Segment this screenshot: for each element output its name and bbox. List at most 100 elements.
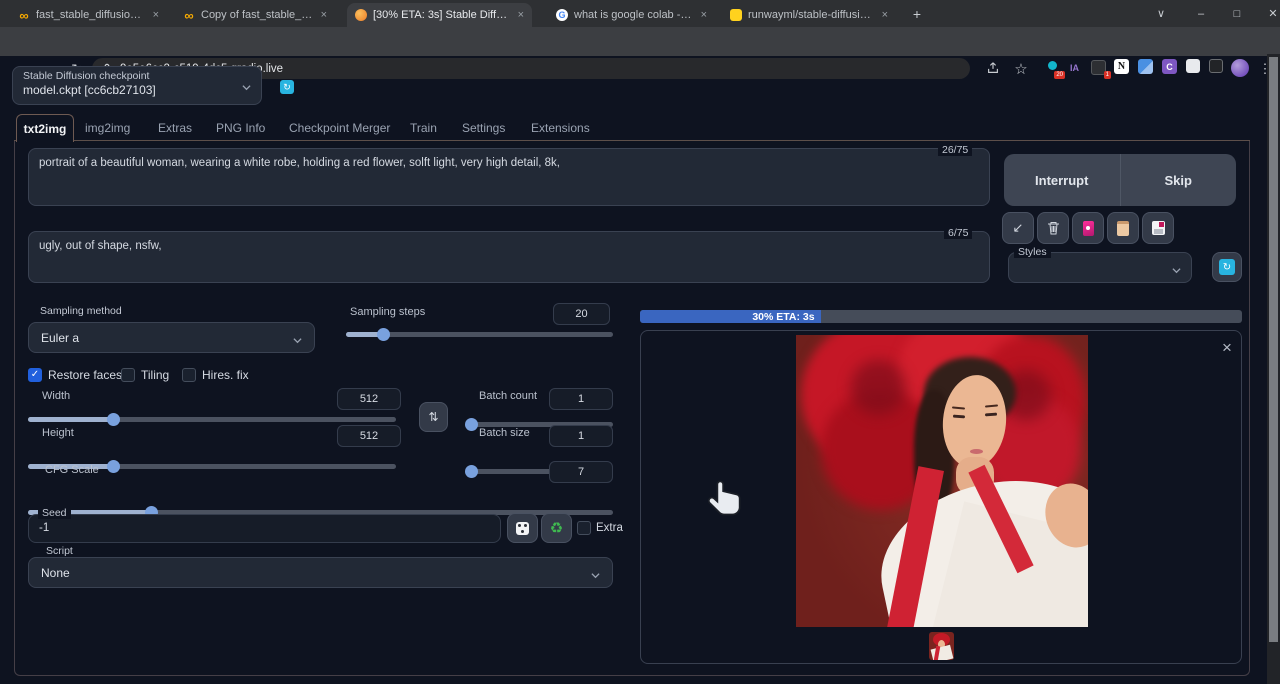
progress-bar: 30% ETA: 3s	[640, 310, 1242, 323]
hires-fix-option[interactable]: ✓ Hires. fix	[182, 368, 249, 382]
tab-extras[interactable]: Extras	[158, 121, 192, 135]
seed-extra-checkbox[interactable]: ✓	[577, 521, 591, 535]
slider-thumb[interactable]	[107, 413, 120, 426]
extension-notion-icon[interactable]: N	[1114, 59, 1129, 74]
extension-colorzilla-icon[interactable]: C	[1162, 59, 1177, 74]
browser-toolbar: ← → ↻ 9e5e6cc2-c519-4dc5.gradio.live ☆ 2…	[0, 27, 1280, 56]
swap-dimensions-button[interactable]: ⇅	[419, 402, 448, 432]
height-input[interactable]: 512	[337, 425, 401, 447]
extension-darkreader-icon[interactable]	[1209, 59, 1223, 73]
random-seed-button[interactable]	[507, 513, 538, 543]
extra-networks-button[interactable]	[1072, 212, 1104, 244]
badge: 20	[1054, 71, 1065, 79]
hires-fix-checkbox[interactable]: ✓	[182, 368, 196, 382]
profile-avatar[interactable]	[1231, 59, 1249, 77]
minimize-button[interactable]: –	[1186, 0, 1216, 27]
restore-faces-checkbox[interactable]: ✓	[28, 368, 42, 382]
skip-button[interactable]: Skip	[1121, 154, 1237, 206]
extension-ia-icon[interactable]: IA	[1066, 59, 1083, 76]
width-slider[interactable]	[28, 417, 396, 422]
tab-title: what is google colab - Googl	[574, 9, 693, 21]
gallery-thumbnail[interactable]	[929, 632, 954, 660]
seed-extra-label: Extra	[596, 522, 623, 534]
extension-camera-icon[interactable]: 1	[1090, 59, 1107, 76]
share-icon[interactable]	[982, 57, 1004, 79]
extensions-puzzle-icon[interactable]	[1186, 59, 1200, 73]
script-label: Script	[42, 545, 77, 557]
close-tab-icon[interactable]: ×	[516, 9, 526, 21]
slider-fill	[28, 417, 113, 422]
close-tab-icon[interactable]: ×	[880, 9, 890, 21]
tiling-label: Tiling	[141, 368, 169, 382]
interrupt-button[interactable]: Interrupt	[1004, 154, 1121, 206]
close-output-icon[interactable]: ×	[1222, 338, 1232, 358]
close-tab-icon[interactable]: ×	[699, 9, 709, 21]
close-tab-icon[interactable]: ×	[151, 9, 161, 21]
progress-text: 30% ETA: 3s	[752, 311, 814, 323]
checkpoint-refresh-button[interactable]: ↻	[280, 80, 294, 94]
prompt-textarea[interactable]: portrait of a beautiful woman, wearing a…	[28, 148, 990, 206]
seed-input[interactable]: -1	[28, 514, 501, 543]
floppy-icon	[1152, 221, 1165, 235]
chevron-down-icon	[1172, 266, 1181, 275]
restore-faces-option[interactable]: ✓ Restore faces	[28, 368, 122, 382]
browser-tab-active[interactable]: [30% ETA: 3s] Stable Diffusion ×	[347, 3, 532, 27]
extension-pin-icon[interactable]: 20	[1044, 59, 1061, 76]
huggingface-icon	[730, 9, 742, 21]
tab-settings[interactable]: Settings	[462, 121, 505, 135]
tiling-option[interactable]: ✓ Tiling	[121, 368, 169, 382]
colab-icon: ∞	[183, 9, 195, 21]
tab-img2img[interactable]: img2img	[85, 121, 130, 135]
cfg-scale-input[interactable]: 7	[549, 461, 613, 483]
tab-checkpoint-merger[interactable]: Checkpoint Merger	[289, 121, 390, 135]
browser-tab-1[interactable]: ∞ fast_stable_diffusion_AUTOMA ×	[10, 3, 167, 27]
browser-tab-5[interactable]: runwayml/stable-diffusion-v1 ×	[722, 3, 896, 27]
tiling-checkbox[interactable]: ✓	[121, 368, 135, 382]
paste-params-button[interactable]: ↙	[1002, 212, 1034, 244]
hires-fix-label: Hires. fix	[202, 368, 249, 382]
maximize-button[interactable]: □	[1222, 0, 1252, 27]
colab-icon: ∞	[18, 9, 30, 21]
batch-count-input[interactable]: 1	[549, 388, 613, 410]
close-tab-icon[interactable]: ×	[319, 9, 329, 21]
negative-prompt-textarea[interactable]: ugly, out of shape, nsfw,	[28, 231, 990, 283]
check-icon: ✓	[31, 370, 39, 380]
extension-screenshot-icon[interactable]	[1138, 59, 1153, 74]
teal-dot	[1048, 61, 1057, 70]
generated-image[interactable]	[796, 335, 1088, 627]
flower-card-icon	[1083, 221, 1094, 236]
script-value: None	[41, 566, 70, 580]
cfg-scale-label: CFG Scale	[45, 464, 99, 476]
tab-extensions[interactable]: Extensions	[531, 121, 590, 135]
sampling-method-dropdown[interactable]: Euler a	[28, 322, 315, 353]
clipboard-icon	[1117, 221, 1129, 236]
styles-refresh-button[interactable]: ↻	[1212, 252, 1242, 282]
reuse-seed-button[interactable]: ♻	[541, 513, 572, 543]
save-style-button[interactable]	[1142, 212, 1174, 244]
tab-png-info[interactable]: PNG Info	[216, 121, 265, 135]
width-input[interactable]: 512	[337, 388, 401, 410]
browser-tab-4[interactable]: G what is google colab - Googl ×	[548, 3, 715, 27]
seed-extra-option[interactable]: ✓ Extra	[577, 521, 623, 535]
sampling-method-value: Euler a	[41, 331, 79, 345]
clear-prompt-button[interactable]	[1037, 212, 1069, 244]
scrollbar-track[interactable]	[1267, 54, 1280, 684]
sampling-method-label: Sampling method	[36, 305, 126, 317]
new-tab-button[interactable]: +	[905, 0, 929, 27]
sampling-steps-slider[interactable]	[346, 332, 613, 337]
slider-thumb[interactable]	[107, 460, 120, 473]
apply-style-button[interactable]	[1107, 212, 1139, 244]
chevron-down-icon	[293, 336, 302, 345]
tab-search-icon[interactable]: ∨	[1146, 0, 1176, 27]
close-window-button[interactable]: ✕	[1258, 0, 1280, 27]
tab-txt2img[interactable]: txt2img	[16, 114, 74, 142]
tab-train[interactable]: Train	[410, 121, 437, 135]
sampling-steps-input[interactable]: 20	[553, 303, 610, 325]
bookmark-star-icon[interactable]: ☆	[1010, 58, 1032, 80]
browser-tab-2[interactable]: ∞ Copy of fast_stable_diffusion_ ×	[175, 3, 335, 27]
batch-size-input[interactable]: 1	[549, 425, 613, 447]
prompt-token-counter: 26/75	[938, 144, 972, 156]
checkpoint-dropdown[interactable]: Stable Diffusion checkpoint model.ckpt […	[12, 66, 262, 105]
scrollbar-thumb[interactable]	[1269, 57, 1278, 642]
script-dropdown[interactable]: None	[28, 557, 613, 588]
